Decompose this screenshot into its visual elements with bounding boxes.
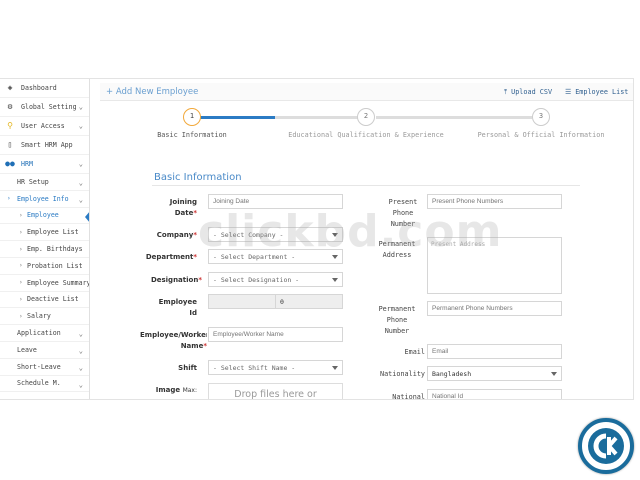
sidebar-item-deactive-list[interactable]: › Deactive List (0, 292, 89, 309)
step-line (376, 116, 532, 119)
caret-right-icon: › (19, 245, 23, 253)
image-label: Image Max: (155, 386, 197, 394)
sidebar-item-employee[interactable]: › Employee (0, 208, 89, 225)
caret-right-icon: › (19, 279, 23, 287)
nationality-label: Nationality (379, 370, 425, 378)
page-title: + Add New Employee (106, 87, 199, 97)
designation-select[interactable]: - Select Designation - (208, 272, 343, 287)
chevron-down-icon: ⌄ (78, 195, 83, 204)
list-icon: ☰ (565, 88, 572, 96)
chevron-down-icon: ⌄ (78, 103, 83, 111)
active-marker (85, 210, 89, 223)
sidebar-item-employee-list[interactable]: › Employee List (0, 224, 89, 242)
email-input[interactable] (427, 344, 562, 359)
chevron-down-icon: ⌄ (78, 122, 83, 130)
key-icon: ⚲ (7, 121, 13, 130)
step-line (275, 116, 358, 119)
joining-date-label: Joining Date* (169, 198, 197, 217)
department-select[interactable]: - Select Department - (208, 249, 343, 264)
sidebar-item-global-setting[interactable]: ⚙ Global Setting ⌄ (0, 98, 89, 117)
nationality-select[interactable]: Bangladesh (427, 366, 562, 381)
step-1-label: Basic Information (157, 131, 227, 139)
upload-csv-button[interactable]: ⤒ Upload CSV (504, 88, 552, 97)
dashboard-icon: ◈ (7, 83, 13, 92)
caret-right-icon: › (19, 295, 23, 303)
step-3[interactable]: 3 (532, 108, 550, 126)
permanent-phone-label: Permanent Phone Number (378, 305, 416, 335)
sidebar-item-leave[interactable]: Leave ⌄ (0, 342, 89, 359)
caret-right-icon: › (19, 228, 23, 236)
sidebar-item-probation-list[interactable]: › Probation List (0, 258, 89, 275)
sidebar: ◈ Dashboard ⚙ Global Setting ⌄ ⚲ User Ac… (0, 79, 90, 399)
step-3-label: Personal & Official Information (477, 131, 605, 139)
sidebar-item-hr-setup[interactable]: HR Setup ⌄ (0, 174, 89, 191)
plus-icon: + (106, 87, 114, 97)
app-window: ◈ Dashboard ⚙ Global Setting ⌄ ⚲ User Ac… (0, 78, 634, 400)
national-id-label: National (392, 393, 425, 400)
employee-id-prefix (208, 294, 276, 309)
sidebar-item-application[interactable]: Application ⌄ (0, 325, 89, 342)
national-id-input[interactable] (427, 389, 562, 399)
company-label: Company* (156, 231, 197, 239)
department-label: Department* (145, 253, 197, 261)
shift-select[interactable]: - Select Shift Name - (208, 360, 343, 375)
step-progress-line (200, 116, 275, 119)
logo-icon (593, 433, 618, 459)
gear-icon: ⚙ (7, 102, 13, 111)
sidebar-item-employee-info[interactable]: › Employee Info ⌄ (0, 191, 89, 208)
sidebar-item-short-leave[interactable]: Short-Leave ⌄ (0, 359, 89, 376)
sidebar-item-user-access[interactable]: ⚲ User Access ⌄ (0, 117, 89, 136)
chevron-down-icon: ⌄ (78, 179, 83, 187)
section-title: Basic Information (154, 172, 242, 183)
caret-right-icon: › (7, 195, 11, 203)
panel-header: + Add New Employee ⤒ Upload CSV ☰ Employ… (100, 83, 633, 101)
present-phone-input[interactable] (427, 194, 562, 209)
chevron-down-icon: ⌄ (78, 330, 83, 339)
chevron-down-icon: ⌄ (78, 346, 83, 355)
joining-date-input[interactable] (208, 194, 343, 209)
image-dropzone[interactable]: Drop files here or (208, 383, 343, 399)
company-select[interactable]: - Select Company - (208, 227, 343, 242)
employee-id-input[interactable]: 0 (275, 294, 343, 309)
wizard-stepper: 1 2 3 Basic Information Educational Qual… (100, 107, 633, 147)
upload-icon: ⤒ (504, 88, 508, 96)
step-2[interactable]: 2 (357, 108, 375, 126)
shift-label: Shift (178, 364, 197, 372)
chevron-down-icon: ⌄ (78, 380, 83, 389)
sidebar-item-emp-birthdays[interactable]: › Emp. Birthdays (0, 241, 89, 258)
sidebar-item-hrm[interactable]: ●● HRM ⌄ (0, 155, 89, 174)
caret-right-icon: › (19, 312, 23, 320)
chevron-down-icon: ⌄ (78, 160, 83, 168)
users-icon: ●● (5, 159, 15, 168)
step-2-label: Educational Qualification & Experience (288, 131, 444, 139)
permanent-address-textarea[interactable]: Present Address (427, 237, 562, 294)
sidebar-item-salary[interactable]: › Salary (0, 308, 89, 326)
employee-name-input[interactable] (208, 327, 343, 342)
sidebar-item-smart-hrm-app[interactable]: ▯ Smart HRM App (0, 136, 89, 155)
sidebar-item-schedule[interactable]: Schedule M. ⌄ (0, 376, 89, 393)
chevron-down-icon: ⌄ (78, 363, 83, 372)
phone-icon: ▯ (7, 140, 13, 149)
permanent-address-label: Permanent Address (378, 240, 416, 259)
permanent-phone-input[interactable] (427, 301, 562, 316)
designation-label: Designation* (150, 276, 202, 284)
brand-logo (578, 418, 634, 474)
caret-right-icon: › (19, 211, 23, 219)
step-1[interactable]: 1 (183, 108, 201, 126)
email-label: Email (404, 348, 425, 356)
section-divider (152, 185, 580, 186)
employee-id-label: Employee Id (158, 298, 197, 317)
main-panel: + Add New Employee ⤒ Upload CSV ☰ Employ… (100, 79, 633, 400)
caret-right-icon: › (19, 262, 23, 270)
sidebar-item-dashboard[interactable]: ◈ Dashboard (0, 79, 89, 98)
employee-list-button[interactable]: ☰ Employee List (565, 88, 628, 96)
employee-name-label: Employee/Worker Name* (140, 331, 207, 350)
sidebar-item-employee-summary[interactable]: › Employee Summary (0, 275, 89, 292)
